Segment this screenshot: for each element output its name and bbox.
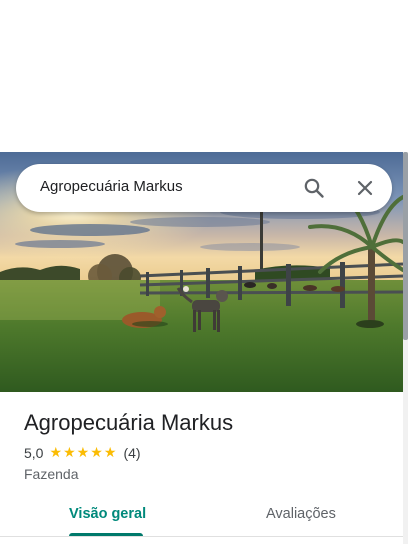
scrollbar-thumb[interactable] — [403, 152, 408, 340]
rating-row: 5,0 ★ ★ ★ ★ ★ (4) — [24, 444, 141, 462]
tab-reviews[interactable]: Avaliações — [266, 506, 336, 522]
tabs-divider — [0, 536, 403, 537]
place-tabs: Visão geral Avaliações — [0, 496, 403, 544]
search-input[interactable]: Agropecuária Markus — [40, 178, 183, 195]
tab-overview[interactable]: Visão geral — [69, 506, 146, 522]
star-icon: ★ — [76, 445, 90, 461]
review-count-link[interactable]: (4) — [123, 445, 140, 461]
place-category[interactable]: Fazenda — [24, 466, 78, 482]
search-icon[interactable] — [302, 176, 326, 200]
star-rating: ★ ★ ★ ★ ★ — [49, 446, 117, 460]
star-icon: ★ — [90, 445, 103, 461]
blank-area — [0, 0, 408, 152]
star-icon: ★ — [49, 445, 63, 461]
star-icon: ★ — [63, 445, 76, 461]
rating-value: 5,0 — [24, 445, 44, 461]
place-title: Agropecuária Markus — [24, 410, 234, 435]
star-icon: ★ — [103, 445, 117, 461]
search-box[interactable]: Agropecuária Markus — [16, 164, 392, 212]
close-icon[interactable] — [353, 176, 377, 200]
